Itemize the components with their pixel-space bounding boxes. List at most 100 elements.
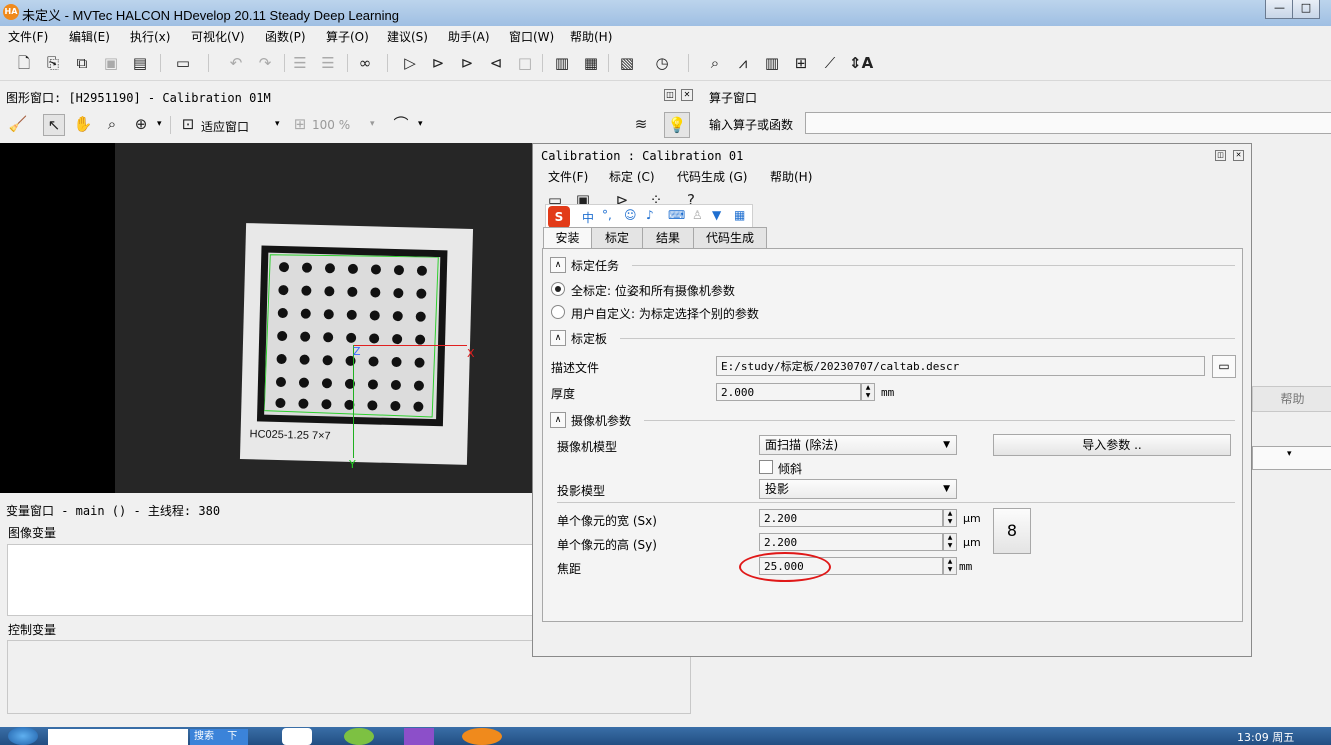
magnifier-icon[interactable]: ⌕	[102, 114, 122, 134]
fit-dropdown-icon[interactable]: ▾	[275, 119, 280, 129]
inspect-icon[interactable]: ⊞	[791, 53, 811, 73]
dialog-menu-codegen[interactable]: 代码生成 (G)	[677, 168, 747, 185]
sx-spinner-icon[interactable]: ▲ ▼	[943, 509, 957, 527]
close-icon[interactable]: ✕	[681, 89, 693, 101]
graphics-canvas[interactable]: HC025-1.25 7×7 X Y Z	[0, 143, 536, 493]
ime-punct-icon[interactable]: °,	[602, 208, 612, 222]
collapse-plate-icon[interactable]: ∧	[550, 330, 566, 346]
tilt-label[interactable]: 倾斜	[778, 460, 802, 477]
taskbar-search-box[interactable]	[48, 729, 188, 745]
param-dropdown-icon[interactable]: ▾	[1287, 449, 1292, 459]
zoom-dropdown-icon[interactable]: ▾	[370, 119, 375, 129]
redo-icon[interactable]: ↷	[255, 53, 275, 73]
pointer-icon[interactable]: ↖	[43, 114, 65, 136]
ime-skin-icon[interactable]: ▼	[712, 208, 721, 222]
tab-codegen[interactable]: 代码生成	[693, 227, 767, 248]
radio-full-calibration[interactable]	[551, 282, 565, 296]
tab-setup[interactable]: 安装	[543, 227, 592, 249]
chevron-down-icon[interactable]: ▾	[157, 119, 162, 129]
ime-mode-label[interactable]: 中	[582, 209, 594, 226]
dialog-close-icon[interactable]: ✕	[1233, 150, 1244, 161]
browse-folder-icon[interactable]: ▭	[1212, 355, 1236, 378]
sy-spinner-icon[interactable]: ▲ ▼	[943, 533, 957, 551]
draw-region-icon[interactable]: ⌒	[391, 114, 411, 134]
start-button[interactable]	[8, 727, 38, 745]
projection-select[interactable]: 投影 ▼	[759, 479, 957, 499]
dialog-menu-calibrate[interactable]: 标定 (C)	[609, 168, 655, 185]
radio-custom-calibration[interactable]	[551, 305, 565, 319]
image-vars-area[interactable]	[7, 544, 535, 616]
ime-user-icon[interactable]: ♙	[692, 208, 703, 222]
menu-edit[interactable]: 编辑(E)	[69, 28, 110, 45]
taskbar-search-button[interactable]: 搜索 下	[190, 729, 248, 745]
edit-a-icon[interactable]: ☰	[290, 53, 310, 73]
focal-spinner-icon[interactable]: ▲ ▼	[943, 557, 957, 575]
tilt-checkbox[interactable]	[759, 460, 773, 474]
sy-input[interactable]: 2.200	[759, 533, 943, 551]
pan-hand-icon[interactable]: ✋	[73, 114, 93, 134]
draw-dropdown-icon[interactable]: ▾	[418, 119, 423, 129]
menu-window[interactable]: 窗口(W)	[509, 28, 554, 45]
program-icon[interactable]: ▦	[581, 53, 601, 73]
zoom-value[interactable]: 100 %	[312, 118, 350, 132]
new-file-icon[interactable]: 🗋	[14, 53, 34, 73]
clear-broom-icon[interactable]: 🧹	[8, 114, 28, 134]
histogram-icon[interactable]: ▥	[762, 53, 782, 73]
fit-window-icon[interactable]: ⊡	[178, 114, 198, 134]
minimize-button[interactable]: —	[1265, 0, 1294, 19]
step-icon[interactable]: ⊳	[428, 53, 448, 73]
radio-custom-label[interactable]: 用户自定义: 为标定选择个别的参数	[571, 305, 759, 322]
tab-calibrate[interactable]: 标定	[591, 227, 643, 248]
font-icon[interactable]: ⇕A	[849, 53, 873, 73]
undo-icon[interactable]: ↶	[226, 53, 246, 73]
taskbar-app-2-icon[interactable]	[344, 728, 374, 745]
dialog-menu-help[interactable]: 帮助(H)	[770, 168, 812, 185]
ime-emoji-icon[interactable]: ☺	[624, 208, 637, 222]
tab-results[interactable]: 结果	[642, 227, 694, 248]
ime-voice-icon[interactable]: ♪	[646, 208, 654, 222]
taskbar-halcon-icon[interactable]	[462, 728, 502, 745]
zoom-in-icon[interactable]: ⊕	[131, 114, 151, 134]
float-icon[interactable]: ◫	[664, 89, 676, 101]
operator-param-combo[interactable]: ▾	[1252, 446, 1331, 470]
menu-operators[interactable]: 算子(O)	[326, 28, 369, 45]
step-over-icon[interactable]: ⊳	[457, 53, 477, 73]
dialog-menu-file[interactable]: 文件(F)	[548, 168, 588, 185]
run-icon[interactable]: ▷	[400, 53, 420, 73]
ime-logo-icon[interactable]: S	[548, 206, 570, 228]
camera-model-select[interactable]: 面扫描 (除法) ▼	[759, 435, 957, 455]
menu-help[interactable]: 帮助(H)	[570, 28, 612, 45]
edit-b-icon[interactable]: ☰	[318, 53, 338, 73]
save-icon[interactable]: ▣	[101, 53, 121, 73]
menu-visualize[interactable]: 可视化(V)	[191, 28, 245, 45]
timer-icon[interactable]: ◷	[652, 53, 672, 73]
search-icon[interactable]: ⌕	[705, 53, 725, 73]
menu-execute[interactable]: 执行(x)	[130, 28, 170, 45]
dialog-float-icon[interactable]: ◫	[1215, 150, 1226, 161]
desc-file-input[interactable]: E:/study/标定板/20230707/caltab.descr	[716, 356, 1205, 376]
operator-input[interactable]	[805, 112, 1331, 134]
menu-file[interactable]: 文件(F)	[8, 28, 48, 45]
import-params-button[interactable]: 导入参数 ..	[993, 434, 1231, 456]
taskbar-vs-icon[interactable]	[404, 728, 434, 745]
ime-keyboard-icon[interactable]: ⌨	[668, 208, 685, 222]
fit-window-label[interactable]: 适应窗口	[201, 118, 249, 135]
menu-functions[interactable]: 函数(P)	[265, 28, 306, 45]
menu-suggestions[interactable]: 建议(S)	[387, 28, 428, 45]
save-as-icon[interactable]: ▤	[130, 53, 150, 73]
chart-icon[interactable]: ⩘	[733, 53, 753, 73]
assistant-icon[interactable]: ▧	[617, 53, 637, 73]
open-icon[interactable]: ⎘	[43, 53, 63, 73]
layers-icon[interactable]: ≋	[631, 114, 651, 134]
record-icon[interactable]: ▭	[173, 53, 193, 73]
thickness-spinner-icon[interactable]: ▲ ▼	[861, 383, 875, 401]
stop-icon[interactable]: □	[515, 53, 535, 73]
radio-full-label[interactable]: 全标定: 位姿和所有摄像机参数	[571, 282, 735, 299]
maximize-button[interactable]: □	[1292, 0, 1320, 19]
link-chain-icon[interactable]: 8	[993, 508, 1031, 554]
menu-assistants[interactable]: 助手(A)	[448, 28, 490, 45]
taskbar-app-1-icon[interactable]	[282, 728, 312, 745]
collapse-camera-icon[interactable]: ∧	[550, 412, 566, 428]
insert-icon[interactable]: ▥	[552, 53, 572, 73]
collapse-task-icon[interactable]: ∧	[550, 257, 566, 273]
